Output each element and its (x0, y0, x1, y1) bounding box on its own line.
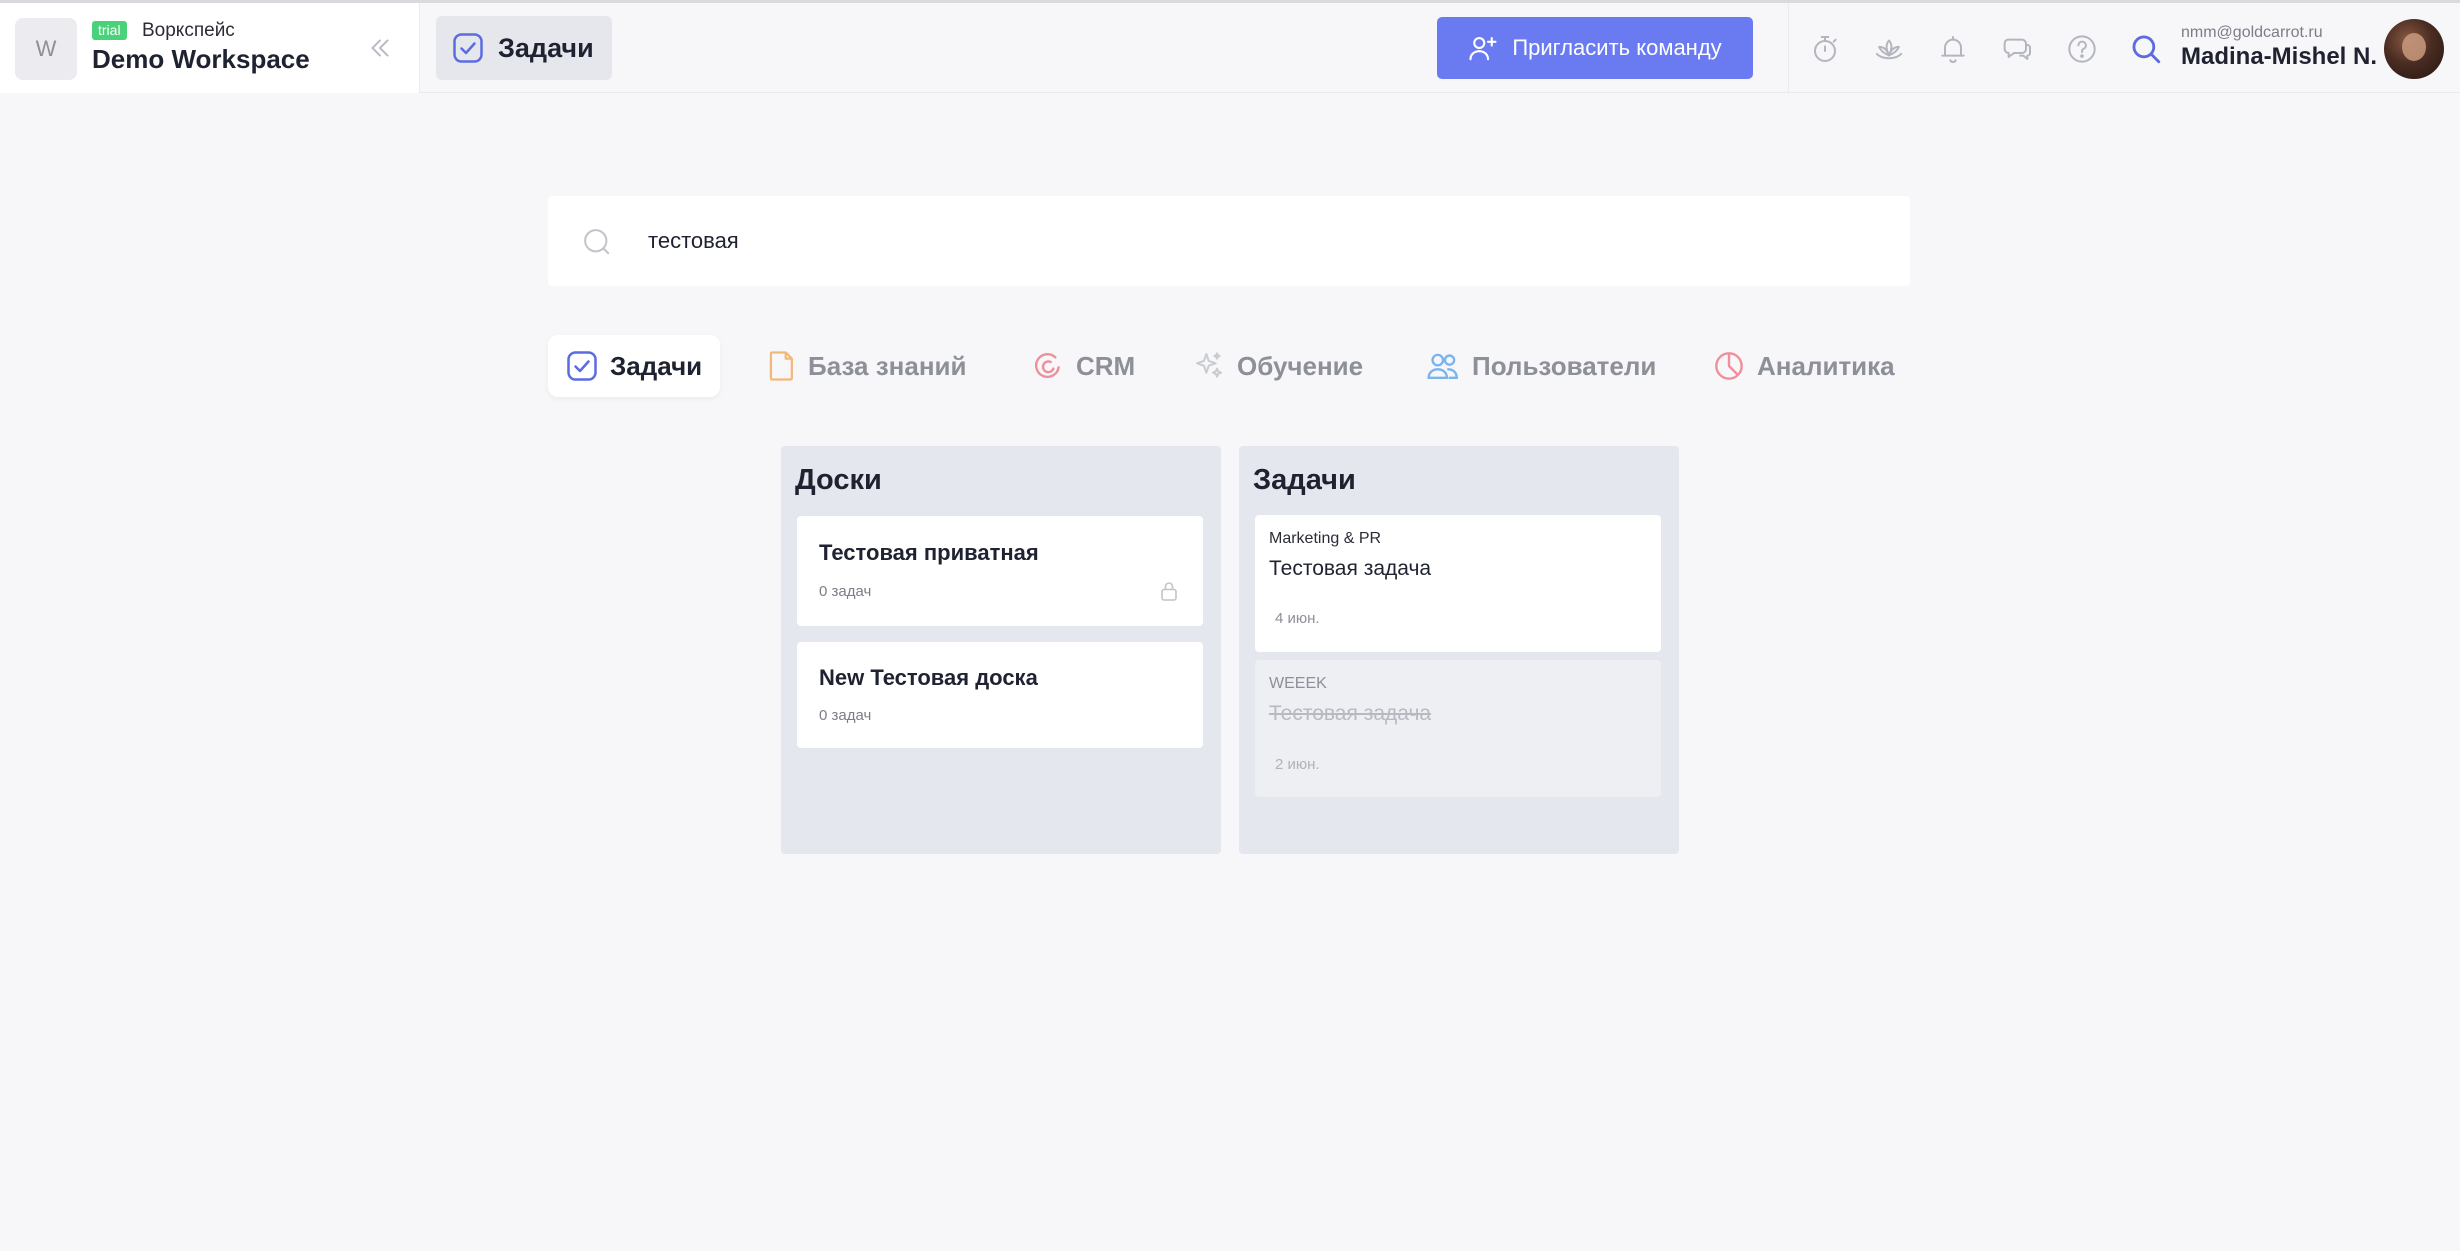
task-card[interactable]: Marketing & PR Тестовая задача 4 июн. (1255, 515, 1661, 652)
tab-learning-label: Обучение (1237, 350, 1364, 381)
tab-knowledge-base-label: База знаний (808, 350, 967, 381)
add-user-icon (1469, 36, 1497, 61)
tab-knowledge-base[interactable]: База знаний (768, 335, 967, 397)
invite-team-label: Пригласить команду (1512, 35, 1722, 60)
users-icon (1427, 353, 1458, 379)
tab-tasks[interactable]: Задачи (548, 335, 721, 397)
tab-users-label: Пользователи (1472, 350, 1657, 381)
board-task-count: 0 задач (819, 707, 872, 724)
user-name[interactable]: Madina-Mishel N. (2181, 43, 2377, 71)
boards-column-title: Доски (795, 464, 882, 496)
meditation-button[interactable] (1871, 31, 1907, 67)
pie-icon (1715, 352, 1743, 380)
collapse-sidebar-button[interactable] (362, 30, 398, 66)
task-date: 4 июн. (1275, 610, 1320, 627)
crm-icon (1034, 352, 1060, 379)
chat-icon (2003, 38, 2031, 60)
lotus-icon (1875, 39, 1903, 60)
check-square-icon (567, 351, 597, 381)
boards-column: Доски Тестовая приватная 0 задач New Тес… (781, 446, 1221, 854)
task-card-completed[interactable]: WEEEK Тестовая задача 2 июн. (1255, 660, 1661, 797)
task-title: Тестовая задача (1269, 702, 1432, 725)
tab-crm-label: CRM (1076, 350, 1136, 381)
workspace-name[interactable]: Demo Workspace (92, 44, 310, 75)
search-panel (548, 196, 1910, 286)
task-project: Marketing & PR (1269, 530, 1382, 547)
tasks-column: Задачи Marketing & PR Тестовая задача 4 … (1239, 446, 1679, 854)
active-module-tab[interactable]: Задачи (436, 16, 612, 80)
help-icon (2068, 35, 2096, 63)
messages-button[interactable] (2000, 31, 2036, 67)
tab-analytics-label: Аналитика (1757, 350, 1895, 381)
board-card[interactable]: New Тестовая доска 0 задач (797, 642, 1203, 748)
workspace-avatar[interactable]: W (15, 18, 77, 80)
timer-icon (1814, 36, 1837, 62)
tab-tasks-label: Задачи (610, 350, 703, 381)
active-module-label: Задачи (498, 32, 594, 63)
notifications-button[interactable] (1935, 31, 1971, 67)
task-date: 2 июн. (1275, 756, 1320, 773)
timer-button[interactable] (1807, 31, 1843, 67)
board-name: Тестовая приватная (819, 540, 1039, 565)
workspace-label: Воркспейс (142, 20, 235, 41)
header-divider (1788, 3, 1789, 93)
tab-users[interactable]: Пользователи (1426, 335, 1656, 397)
search-icon (2132, 35, 2161, 64)
user-email: nmm@goldcarrot.ru (2181, 24, 2323, 41)
task-title: Тестовая задача (1269, 557, 1432, 580)
help-button[interactable] (2064, 31, 2100, 67)
search-input[interactable] (648, 218, 1848, 264)
tab-crm[interactable]: CRM (1032, 335, 1135, 397)
user-avatar[interactable] (2384, 19, 2444, 79)
app-header: W trial Воркспейс Demo Workspace Задачи … (0, 3, 2460, 93)
document-icon (769, 351, 793, 381)
check-square-icon (453, 33, 483, 63)
invite-team-button[interactable]: Пригласить команду (1437, 17, 1753, 79)
search-field-icon (584, 229, 610, 255)
board-card[interactable]: Тестовая приватная 0 задач (797, 516, 1203, 626)
tab-analytics[interactable]: Аналитика (1713, 335, 1895, 397)
board-name: New Тестовая доска (819, 665, 1038, 690)
workspace-panel[interactable]: W trial Воркспейс Demo Workspace (0, 3, 420, 93)
sparkle-icon (1196, 352, 1222, 378)
tab-learning[interactable]: Обучение (1193, 335, 1363, 397)
bell-icon (1941, 36, 1965, 63)
global-search-button[interactable] (2128, 31, 2164, 67)
double-chevron-left-icon (371, 39, 389, 57)
board-task-count: 0 задач (819, 583, 872, 600)
tasks-column-title: Задачи (1253, 464, 1356, 496)
task-project: WEEEK (1269, 675, 1327, 692)
trial-badge: trial (92, 21, 127, 40)
lock-icon (1161, 582, 1177, 601)
